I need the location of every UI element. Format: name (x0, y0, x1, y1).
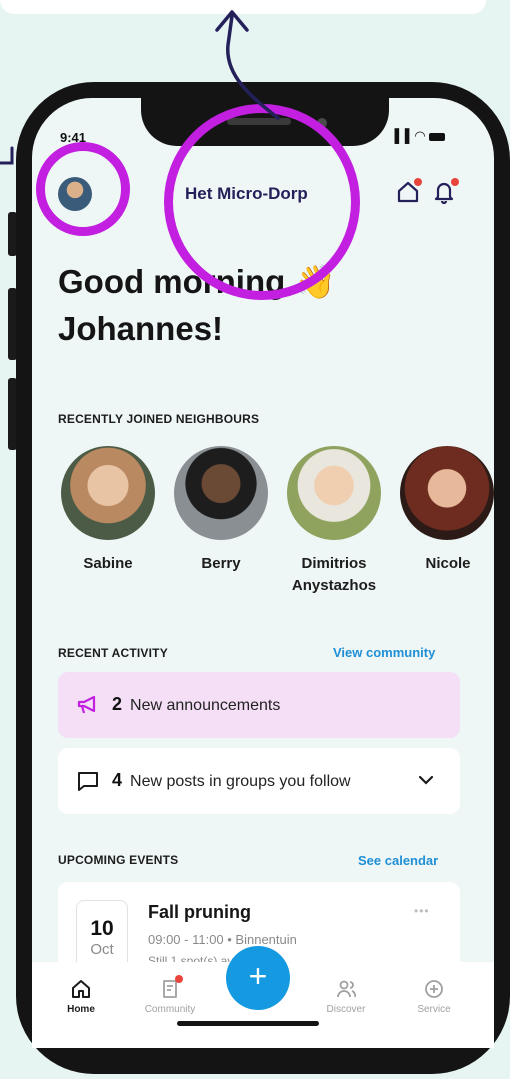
event-more-icon[interactable]: ••• (414, 904, 430, 918)
megaphone-icon (77, 695, 96, 714)
announcements-label: New announcements (130, 697, 281, 714)
event-time-place: 09:00 - 11:00 • Binnentuin (148, 932, 297, 947)
posts-card[interactable]: 4 New posts in groups you follow (58, 748, 460, 814)
neighbour-first-name: Dimitrios (301, 555, 367, 572)
top-card (0, 0, 486, 14)
neighbour-name: Berry (201, 555, 241, 572)
neighbour-nicole[interactable]: Nicole (398, 446, 494, 575)
chat-bubble-icon (78, 772, 98, 791)
signal-wifi-icon: ▐▐ ◠ (390, 128, 427, 143)
neighbour-sabine[interactable]: Sabine (60, 446, 156, 575)
events-section-label: UPCOMING EVENTS (58, 853, 179, 867)
battery-icon (429, 132, 446, 141)
bell-notification-dot (451, 178, 459, 186)
view-community-link[interactable]: View community (333, 645, 435, 660)
tab-discover-label: Discover (326, 1004, 366, 1015)
home-icon (72, 980, 90, 998)
tab-home-label: Home (67, 1004, 95, 1015)
tab-community-label: Community (144, 1004, 196, 1015)
highlight-ring-title (164, 104, 360, 300)
neighbour-last-name: Anystazhos (291, 577, 377, 594)
event-title: Fall pruning (148, 902, 251, 922)
neighbour-dimitrios[interactable]: Dimitrios Anystazhos (286, 446, 382, 597)
posts-label: New posts in groups you follow (130, 773, 351, 790)
announcements-count: 2 (112, 694, 123, 714)
neighbour-photo (174, 446, 268, 540)
community-notification-dot (175, 975, 183, 983)
neighbour-name: Nicole (425, 555, 471, 572)
tab-discover[interactable]: Discover (311, 978, 381, 1015)
announcements-card[interactable]: 2 New announcements (58, 672, 460, 738)
tab-service-label: Service (417, 1004, 451, 1015)
tab-service[interactable]: Service (399, 978, 469, 1015)
see-calendar-link[interactable]: See calendar (358, 853, 438, 868)
house-notification-dot (414, 178, 422, 186)
neighbour-name: Dimitrios Anystazhos (286, 553, 382, 597)
posts-text: 4 New posts in groups you follow (112, 770, 351, 791)
highlight-ring-avatar (36, 142, 130, 236)
neighbours-section-label: RECENTLY JOINED NEIGHBOURS (58, 412, 260, 426)
neighbour-photo (287, 446, 381, 540)
posts-count: 4 (112, 770, 123, 790)
chevron-down-icon[interactable] (418, 774, 434, 786)
event-day: 10 (90, 917, 114, 940)
tab-home[interactable]: Home (46, 978, 116, 1015)
event-month: Oct (90, 941, 114, 958)
activity-section-label: RECENT ACTIVITY (58, 646, 168, 660)
neighbour-photo (61, 446, 155, 540)
tab-community[interactable]: Community (135, 978, 205, 1015)
add-button[interactable]: + (226, 946, 290, 1010)
people-icon (337, 980, 357, 998)
neighbour-berry[interactable]: Berry (173, 446, 269, 575)
neighbour-name: Sabine (83, 555, 133, 572)
neighbour-photo (400, 446, 494, 540)
announcements-text: 2 New announcements (112, 694, 280, 715)
plus-circle-icon (425, 980, 443, 998)
greeting-line-2: Johannes! (58, 310, 224, 347)
status-icons: ▐▐ ◠ (390, 128, 446, 144)
home-indicator (177, 1021, 319, 1026)
